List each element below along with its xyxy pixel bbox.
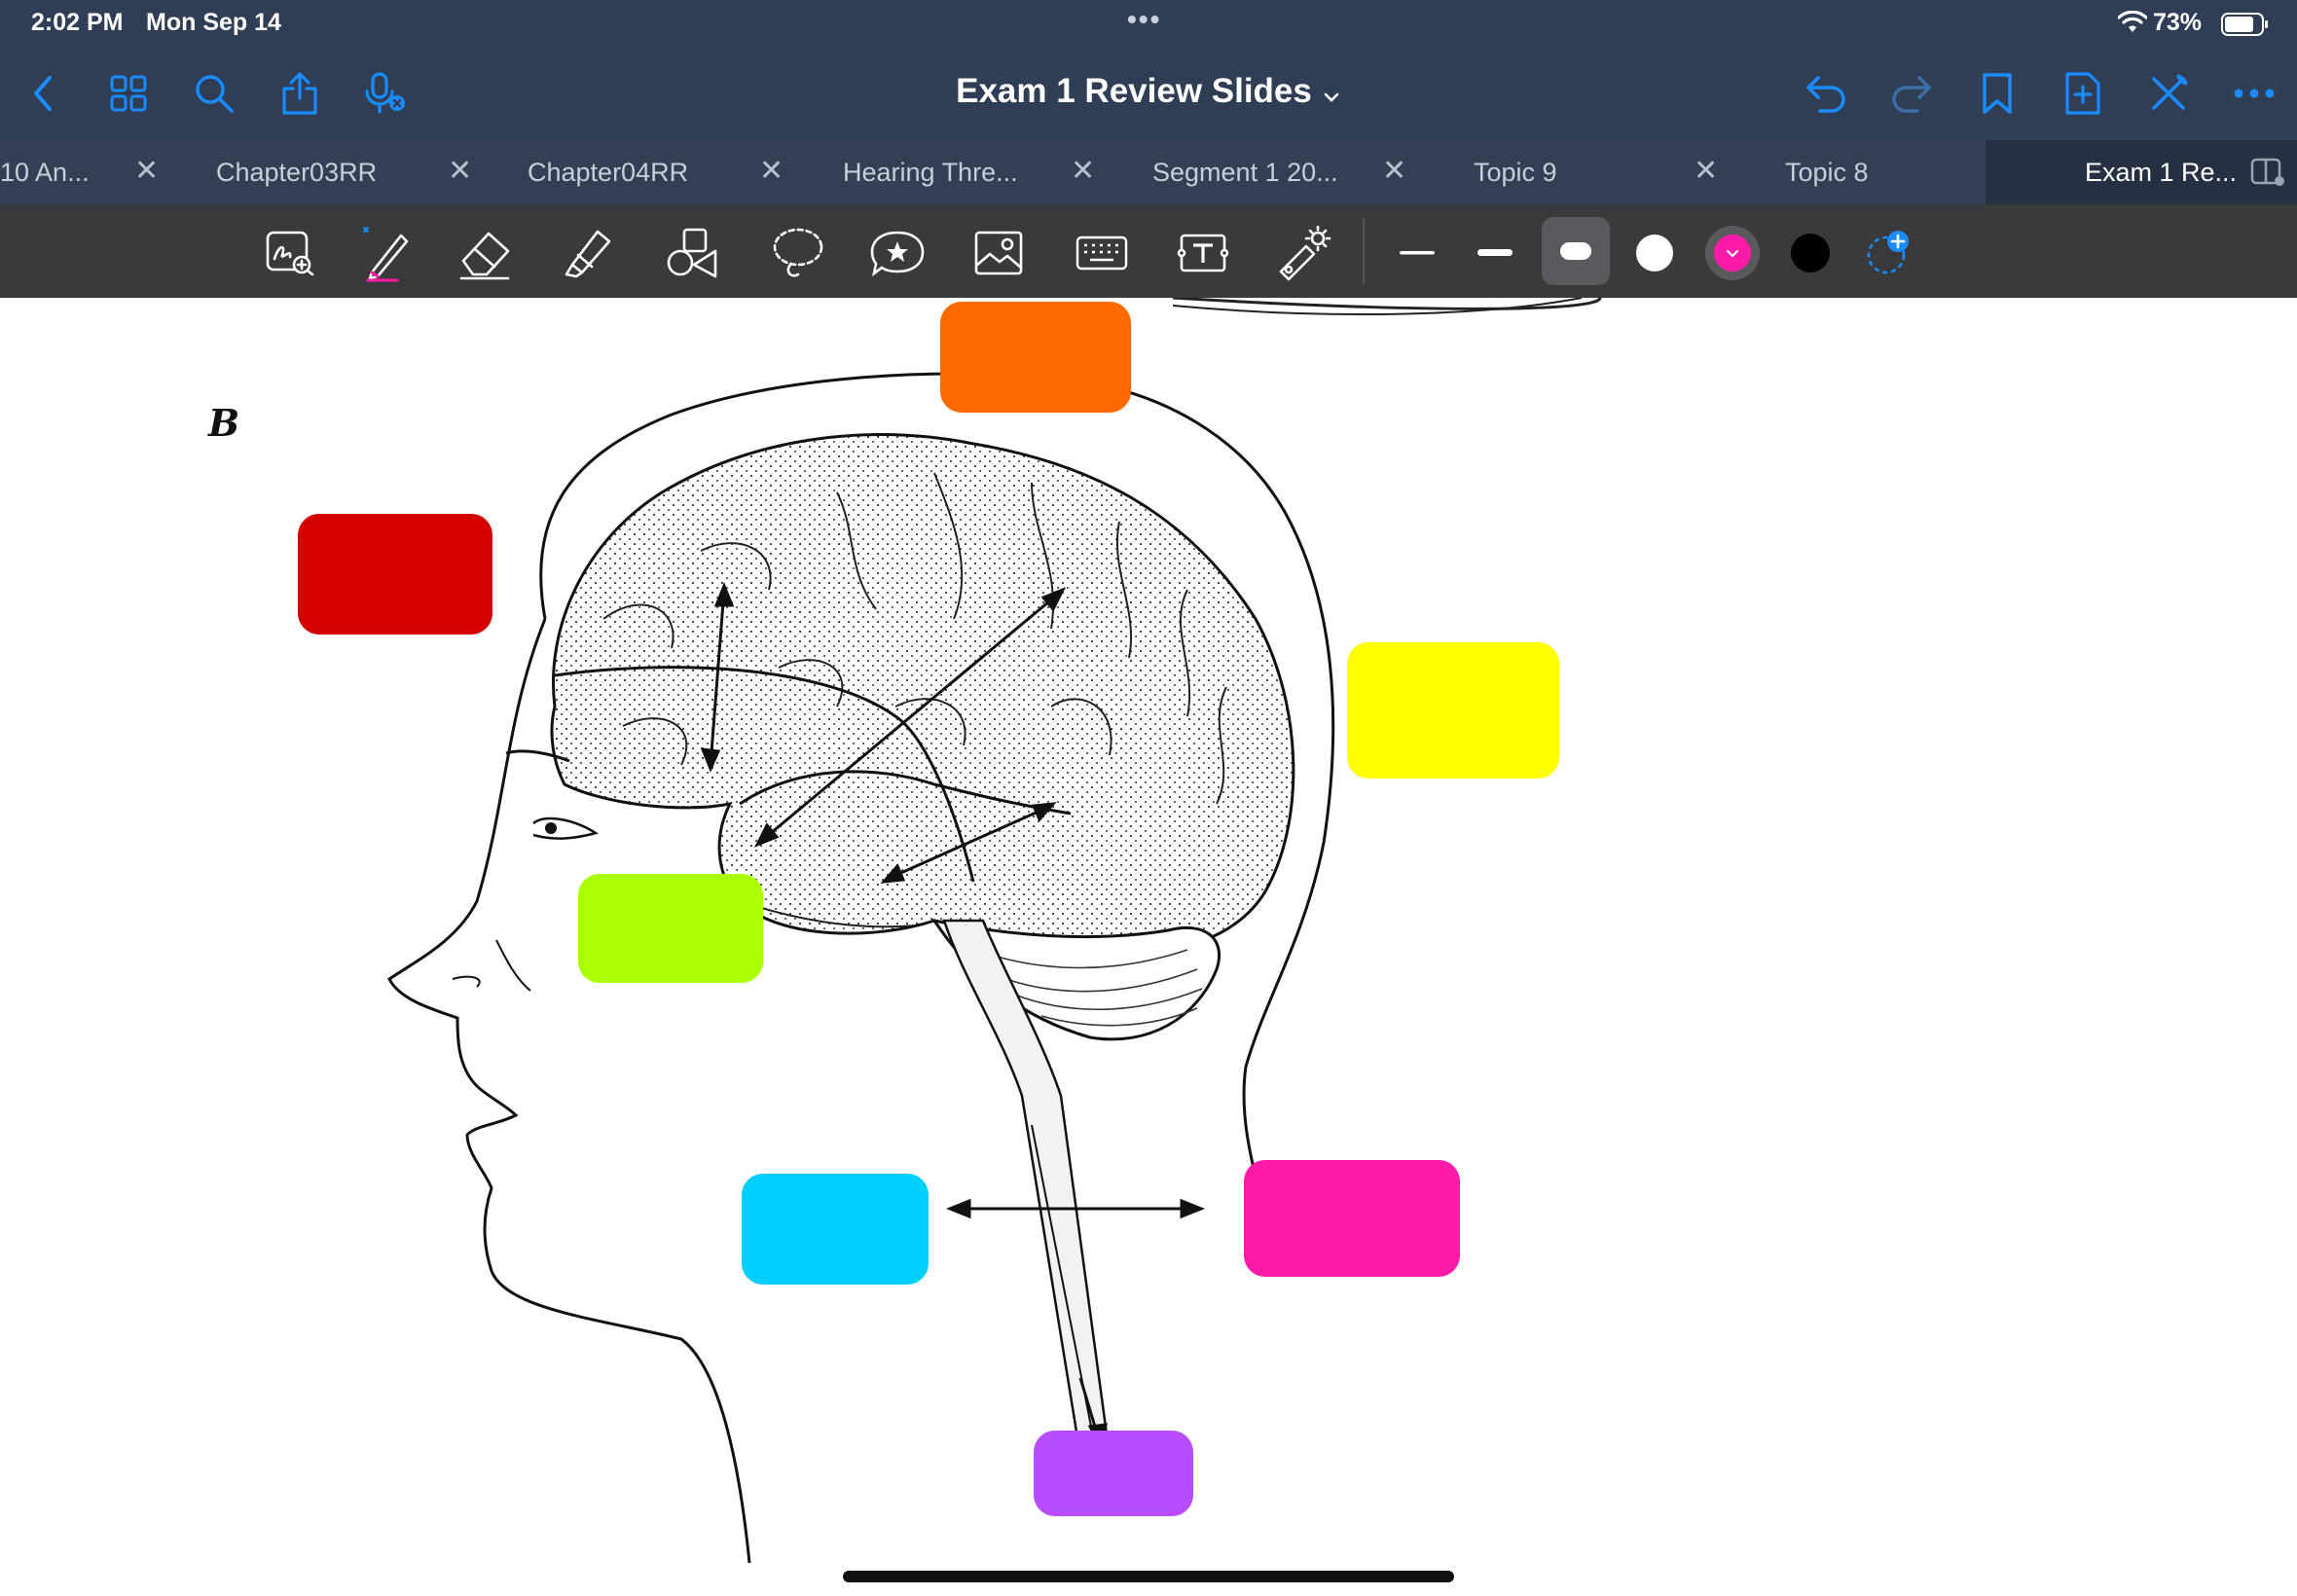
- document-title[interactable]: Exam 1 Review Slides: [0, 72, 2297, 113]
- document-nav-bar: Exam 1 Review Slides: [0, 47, 2297, 140]
- add-page-icon[interactable]: [2058, 68, 2108, 119]
- battery-percent: 73%: [2153, 9, 2203, 36]
- image-icon[interactable]: [967, 222, 1030, 284]
- note-canvas[interactable]: B: [0, 298, 2297, 1596]
- redaction-purple: [1034, 1431, 1193, 1516]
- redaction-pink: [1244, 1160, 1460, 1277]
- toolbar-divider: [1363, 218, 1365, 284]
- zoom-box-icon[interactable]: [259, 222, 321, 284]
- battery-icon: [2221, 13, 2270, 43]
- tab-label: Hearing Thre...: [843, 158, 1018, 187]
- stroke-thin-option[interactable]: [1386, 222, 1448, 284]
- split-view-icon[interactable]: [2250, 158, 2285, 194]
- color-swatch-white[interactable]: [1623, 222, 1686, 284]
- home-indicator[interactable]: [843, 1571, 1454, 1582]
- tab-document[interactable]: Topic 8 ✕: [1723, 140, 2029, 204]
- tab-document[interactable]: Hearing Thre... ✕: [788, 140, 1100, 204]
- stroke-thick-option[interactable]: [1542, 217, 1610, 285]
- tab-label: Chapter03RR: [216, 158, 378, 187]
- undo-icon[interactable]: [1801, 68, 1851, 119]
- redaction-yellow: [1347, 642, 1559, 779]
- eraser-icon[interactable]: [456, 222, 518, 284]
- color-swatch-pink-selected[interactable]: [1701, 222, 1764, 284]
- sticker-icon[interactable]: [866, 222, 929, 284]
- color-swatch-black[interactable]: [1779, 222, 1841, 284]
- multitasking-dots-icon[interactable]: •••: [1127, 4, 1161, 35]
- tab-label: Chapter04RR: [528, 158, 689, 187]
- document-title-text: Exam 1 Review Slides: [956, 72, 1312, 110]
- close-icon[interactable]: ✕: [759, 154, 784, 188]
- stroke-medium-option[interactable]: [1464, 222, 1526, 284]
- redo-icon[interactable]: [1886, 68, 1937, 119]
- redaction-cyan: [742, 1174, 929, 1285]
- tab-document-active[interactable]: Exam 1 Re...: [1986, 140, 2297, 204]
- close-icon[interactable]: ✕: [1071, 154, 1095, 188]
- close-pen-icon[interactable]: [2143, 68, 2194, 119]
- keyboard-icon[interactable]: [1071, 222, 1133, 284]
- tab-document[interactable]: Chapter03RR ✕: [165, 140, 477, 204]
- tab-document[interactable]: Segment 1 20... ✕: [1100, 140, 1411, 204]
- tab-document[interactable]: Topic 9 ✕: [1411, 140, 1723, 204]
- tab-document[interactable]: Chapter04RR ✕: [477, 140, 788, 204]
- wifi-icon: [2117, 10, 2148, 41]
- tab-label: Segment 1 20...: [1152, 158, 1338, 187]
- status-time: 2:02 PM: [31, 9, 124, 36]
- close-icon[interactable]: ✕: [1382, 154, 1406, 188]
- close-icon[interactable]: ✕: [134, 154, 159, 188]
- status-bar: 2:02 PM Mon Sep 14 ••• 73%: [0, 0, 2297, 47]
- tab-label: Topic 9: [1474, 158, 1557, 187]
- brain-head-diagram: [387, 298, 1602, 1564]
- bookmark-icon[interactable]: [1972, 68, 2023, 119]
- redaction-orange: [940, 302, 1131, 413]
- status-date: Mon Sep 14: [146, 9, 281, 36]
- close-icon[interactable]: ✕: [1694, 154, 1718, 188]
- close-icon[interactable]: ✕: [448, 154, 472, 188]
- laser-pointer-icon[interactable]: [1271, 222, 1333, 284]
- tab-label: 10 An...: [0, 158, 90, 187]
- redaction-lime: [578, 874, 763, 983]
- pen-icon[interactable]: [356, 222, 419, 284]
- tab-label: Topic 8: [1785, 158, 1869, 187]
- text-box-icon[interactable]: [1172, 222, 1234, 284]
- shapes-icon[interactable]: [662, 222, 724, 284]
- pen-stroke: [1172, 298, 1602, 310]
- chevron-down-icon[interactable]: [1322, 74, 1341, 113]
- tab-label: Exam 1 Re...: [2085, 158, 2238, 187]
- redaction-red: [298, 514, 492, 635]
- document-tab-bar: 10 An... ✕ Chapter03RR ✕ Chapter04RR ✕ H…: [0, 140, 2297, 204]
- drawing-toolbar: [0, 204, 2297, 298]
- highlighter-icon[interactable]: [557, 222, 619, 284]
- lasso-icon[interactable]: [767, 222, 829, 284]
- tab-document[interactable]: 10 An... ✕: [0, 140, 165, 204]
- add-color-icon[interactable]: [1857, 222, 1919, 284]
- more-icon[interactable]: [2229, 68, 2279, 119]
